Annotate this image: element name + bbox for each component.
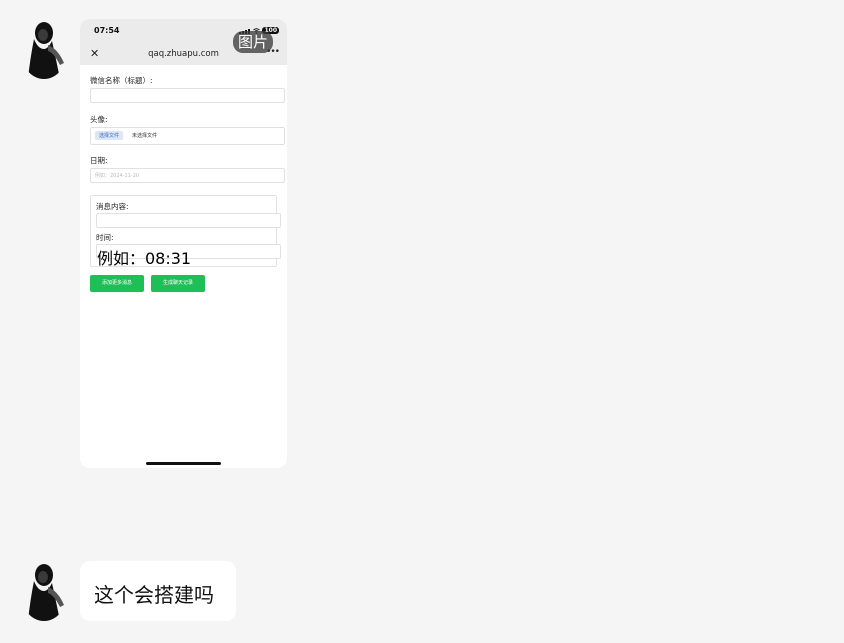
avatar-label: 头像: — [90, 115, 108, 124]
image-message[interactable]: 07:54 100 ✕ qaq.zhuapu.com ••• 微信名称（标题）:… — [80, 19, 287, 468]
sender-avatar[interactable] — [20, 19, 68, 79]
avatar-image — [20, 561, 68, 621]
avatar-image — [20, 19, 68, 79]
add-more-messages-button: 添加更多消息 — [90, 275, 144, 292]
choose-file-button: 选择文件 — [95, 131, 124, 140]
date-placeholder: 例如：2024-11-20 — [95, 173, 140, 179]
sender-avatar[interactable] — [20, 561, 68, 621]
image-tag: 图片 — [233, 31, 274, 53]
text-message[interactable]: 这个会搭建吗 — [80, 561, 236, 621]
wechat-name-label: 微信名称（标题）: — [90, 76, 153, 85]
message-content-field — [96, 213, 281, 228]
generate-chat-button: 生成聊天记录 — [151, 275, 205, 292]
time-field: 例如：08:31 — [96, 244, 281, 268]
avatar-file-field: 选择文件 未选择文件 — [90, 127, 285, 145]
time-label: 时间: — [96, 233, 114, 242]
home-indicator — [146, 462, 221, 465]
wechat-name-field — [90, 88, 285, 103]
message-group: 消息内容: 时间: 例如：08:31 — [90, 195, 281, 268]
date-field: 例如：2024-11-20 — [90, 168, 285, 183]
file-status: 未选择文件 — [132, 133, 158, 139]
status-time: 07:54 — [94, 26, 120, 35]
date-label: 日期: — [90, 156, 108, 165]
time-placeholder: 例如：08:31 — [97, 249, 192, 268]
message-content-label: 消息内容: — [96, 202, 129, 211]
chat-window: 07:54 100 ✕ qaq.zhuapu.com ••• 微信名称（标题）:… — [0, 0, 844, 643]
